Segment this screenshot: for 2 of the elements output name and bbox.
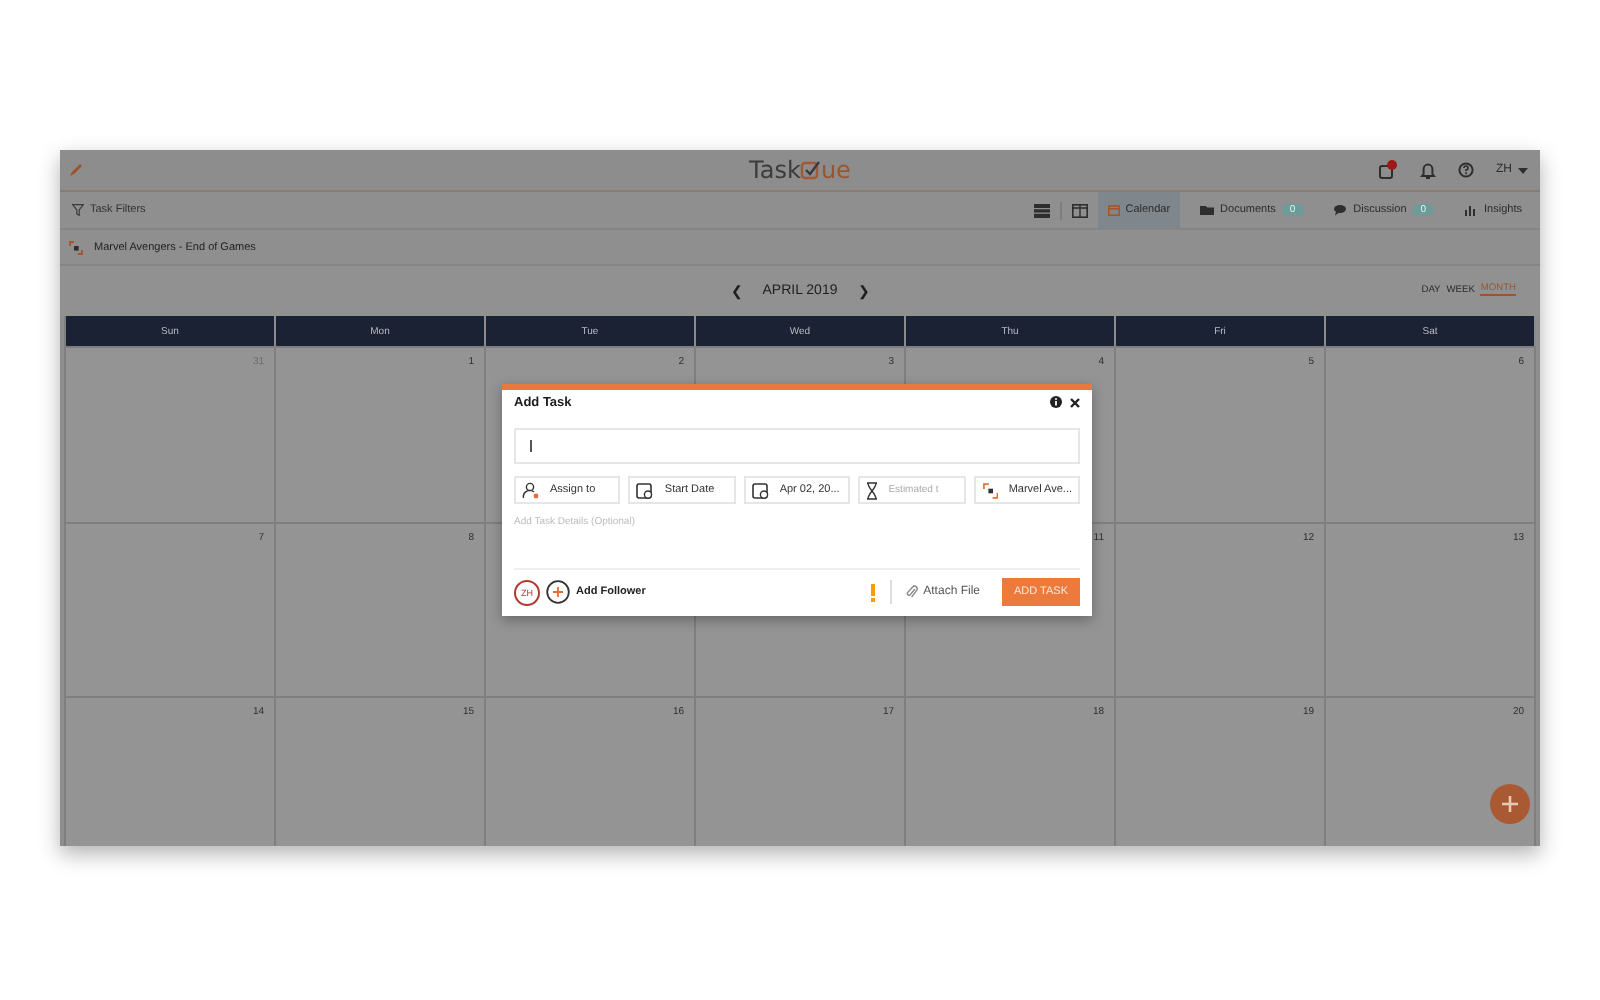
logo-text: Task <box>749 156 801 184</box>
logo-text: ue <box>820 156 851 184</box>
